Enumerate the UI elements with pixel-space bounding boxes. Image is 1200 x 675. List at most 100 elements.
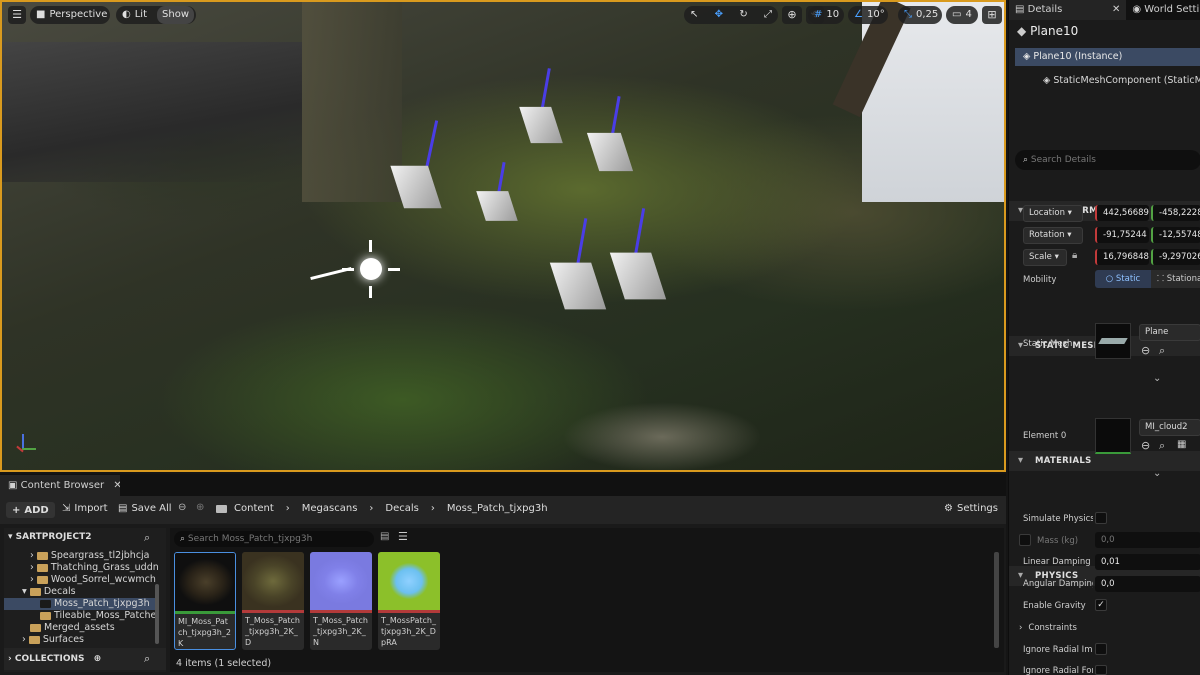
tab-world-settings[interactable]: ◉ World Settings	[1126, 0, 1200, 20]
details-panel: ▤ Details ✕ ◉ World Settings ◆ Plane10 ◈…	[1008, 0, 1200, 675]
show-button[interactable]: Show	[157, 6, 194, 24]
asset-scrollbar[interactable]	[994, 552, 999, 648]
browse-icon[interactable]: ⌕	[1159, 439, 1165, 453]
rotation-y-field[interactable]: -12,55748	[1151, 227, 1200, 243]
expand-chevron-icon[interactable]: ⌄	[1153, 468, 1161, 479]
scale-snap-dropdown[interactable]: ⤡ 0,25	[898, 6, 942, 24]
chevron-right-icon[interactable]: ›	[286, 503, 290, 514]
tree-item[interactable]: › Speargrass_tl2jbhcja	[30, 550, 158, 562]
save-search-icon[interactable]: ▤	[380, 531, 389, 542]
mass-override-checkbox[interactable]	[1019, 534, 1031, 546]
linear-damping-field[interactable]: 0,01	[1095, 554, 1200, 570]
expand-chevron-icon[interactable]: ⌄	[1153, 373, 1161, 384]
tree-item[interactable]: › Wood_Sorrel_wcwmch	[30, 574, 158, 586]
mobility-static-button[interactable]: ○ Static	[1095, 270, 1151, 288]
tab-details[interactable]: ▤ Details ✕	[1009, 0, 1127, 20]
asset-tile[interactable]: T_Moss_Patch_tjxpg3h_2K_N	[310, 552, 372, 650]
asset-tile[interactable]: T_Moss_Patch_tjxpg3h_2K_D	[242, 552, 304, 650]
tree-scrollbar[interactable]	[155, 584, 159, 644]
material-thumbnail[interactable]	[1095, 418, 1131, 454]
import-button[interactable]: ⇲ Import	[62, 503, 108, 514]
collections-header[interactable]: › COLLECTIONS ⊕ ⌕	[4, 648, 166, 670]
tree-item[interactable]: › Surfaces	[22, 634, 158, 646]
static-mesh-picker[interactable]: Plane	[1139, 324, 1200, 341]
mass-field[interactable]: 0,0	[1095, 532, 1200, 548]
angular-damping-field[interactable]: 0,0	[1095, 576, 1200, 592]
filter-icon[interactable]: ☰	[398, 530, 408, 543]
back-button[interactable]: ⊖	[178, 502, 186, 513]
tree-item[interactable]: Merged_assets	[30, 622, 158, 634]
rotation-snap-dropdown[interactable]: ∠ 10°	[848, 6, 888, 24]
asset-tile[interactable]: MI_Moss_Patch_tjxpg3h_2K	[174, 552, 236, 650]
tree-item-selected[interactable]: Moss_Patch_tjxpg3h	[4, 598, 158, 610]
move-tool-icon[interactable]: ✥	[715, 6, 723, 24]
location-x-field[interactable]: 442,56689	[1095, 205, 1149, 221]
component-root[interactable]: ◈ Plane10 (Instance)	[1015, 48, 1200, 66]
details-search-input[interactable]: ⌕ Search Details	[1015, 150, 1200, 170]
folder-icon	[36, 563, 48, 572]
tree-item[interactable]: Tileable_Moss_Patches	[40, 610, 158, 622]
grid-snap-dropdown[interactable]: # 10	[808, 6, 844, 24]
forward-button[interactable]: ⊕	[196, 502, 204, 513]
rotate-tool-icon[interactable]: ↻	[739, 6, 747, 24]
material-picker[interactable]: MI_cloud2	[1139, 419, 1200, 436]
scale-tool-icon[interactable]: ⤢	[764, 6, 772, 24]
enable-gravity-checkbox[interactable]: ✓	[1095, 599, 1107, 611]
add-collection-icon[interactable]: ⊕	[94, 654, 102, 664]
lock-icon[interactable]: 🔒︎	[1072, 250, 1077, 261]
location-y-field[interactable]: -458,2228	[1151, 205, 1200, 221]
use-selected-icon[interactable]: ⊖	[1141, 439, 1150, 452]
add-button[interactable]: + ADD	[6, 502, 55, 518]
scale-dropdown[interactable]: Scale ▾	[1023, 249, 1067, 266]
chevron-right-icon[interactable]: ›	[369, 503, 373, 514]
breadcrumb-item[interactable]: Moss_Patch_tjxpg3h	[447, 503, 548, 514]
chevron-right-icon[interactable]: ›	[431, 503, 435, 514]
tree-item[interactable]: ▾ Decals	[22, 586, 158, 598]
level-viewport[interactable]: ☰ ■ Perspective ◐ Lit Show ↖ ✥ ↻ ⤢ ⊕ ⟲ #…	[0, 0, 1006, 472]
asset-label: T_MossPatch_tjxpg3h_2K_DpRA	[381, 616, 436, 647]
rotation-dropdown[interactable]: Rotation ▾	[1023, 227, 1083, 244]
ignore-radial-force-checkbox[interactable]	[1095, 665, 1107, 675]
simulate-physics-label: Simulate Physics	[1023, 514, 1093, 524]
scale-y-field[interactable]: -9,297026	[1151, 249, 1200, 265]
lit-icon: ◐	[122, 9, 131, 20]
close-icon[interactable]: ✕	[113, 480, 120, 491]
asset-count-status: 4 items (1 selected)	[176, 658, 272, 669]
viewport-menu-icon[interactable]: ☰	[8, 6, 26, 24]
simulate-physics-checkbox[interactable]	[1095, 512, 1107, 524]
constraints-row[interactable]: › Constraints	[1019, 623, 1077, 633]
world-space-icon[interactable]: ⊕	[782, 6, 802, 24]
tab-content-browser[interactable]: ▣ Content Browser ✕	[0, 475, 120, 496]
folder-icon	[36, 575, 48, 584]
select-tool-icon[interactable]: ↖	[690, 6, 698, 24]
project-root[interactable]: ▾ SARTPROJECT2	[8, 532, 158, 546]
save-all-button[interactable]: ▤ Save All	[118, 503, 172, 514]
asset-tile[interactable]: T_MossPatch_tjxpg3h_2K_DpRA	[378, 552, 440, 650]
static-mesh-thumbnail[interactable]	[1095, 323, 1131, 359]
rotation-x-field[interactable]: -91,75244	[1095, 227, 1149, 243]
ignore-radial-impulse-checkbox[interactable]	[1095, 643, 1107, 655]
settings-button[interactable]: ⚙ Settings	[944, 503, 998, 514]
maximize-viewport-icon[interactable]: ⊞	[982, 6, 1002, 24]
tree-item[interactable]: › Thatching_Grass_uddn	[30, 562, 158, 574]
scale-x-field[interactable]: 16,796848	[1095, 249, 1149, 265]
breadcrumb-item[interactable]: Content	[234, 503, 274, 514]
checker-icon[interactable]: ▦	[1177, 439, 1186, 450]
view-mode-dropdown[interactable]: ◐ Lit Show	[116, 6, 196, 24]
perspective-dropdown[interactable]: ■ Perspective	[30, 6, 110, 24]
asset-search-input[interactable]: ⌕ Search Moss_Patch_tjxpg3h	[174, 531, 374, 547]
component-static-mesh[interactable]: ◈ StaticMeshComponent (StaticMeshCompone…	[1015, 72, 1200, 90]
breadcrumb-item[interactable]: Decals	[385, 503, 418, 514]
browse-icon[interactable]: ⌕	[1159, 344, 1165, 358]
use-selected-icon[interactable]: ⊖	[1141, 344, 1150, 357]
mass-label: Mass (kg)	[1037, 536, 1079, 546]
mobility-stationary-button[interactable]: ⸬ Stationary	[1151, 270, 1200, 288]
breadcrumb-item[interactable]: Megascans	[302, 503, 358, 514]
search-icon[interactable]: ⌕	[144, 531, 150, 545]
location-dropdown[interactable]: Location ▾	[1023, 205, 1083, 222]
search-icon[interactable]: ⌕	[144, 648, 150, 670]
section-materials[interactable]: MATERIALS	[1009, 451, 1200, 471]
camera-speed-dropdown[interactable]: ▭ 4	[946, 6, 978, 24]
transform-tools[interactable]: ↖ ✥ ↻ ⤢	[684, 6, 778, 24]
close-icon[interactable]: ✕	[1112, 0, 1120, 20]
